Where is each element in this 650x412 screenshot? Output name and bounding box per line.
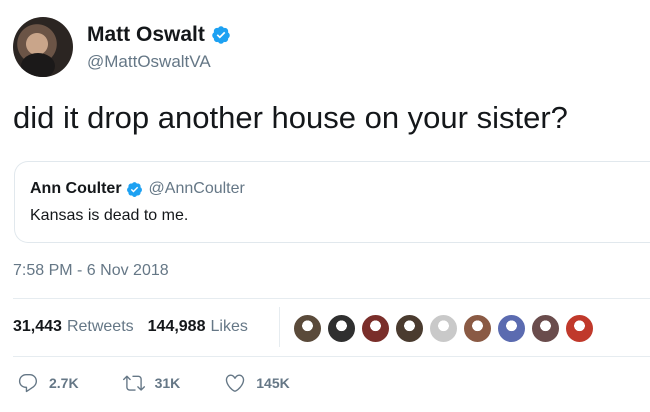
retweet-count: 31K <box>154 375 181 391</box>
reply-icon <box>18 374 38 393</box>
liker-avatars <box>293 314 599 343</box>
author-handle[interactable]: @MattOswaltVA <box>87 51 231 73</box>
tweet-timestamp[interactable]: 7:58 PM - 6 Nov 2018 <box>13 262 169 280</box>
author-display-name[interactable]: Matt Oswalt <box>87 22 205 48</box>
divider <box>13 356 650 357</box>
retweets-stat[interactable]: 31,443 Retweets <box>13 318 134 336</box>
retweet-icon <box>122 375 145 391</box>
liker-avatar[interactable] <box>293 314 322 343</box>
author-avatar[interactable] <box>13 17 73 77</box>
liker-avatar[interactable] <box>361 314 390 343</box>
quoted-handle: @AnnCoulter <box>148 180 245 197</box>
reply-count: 2.7K <box>49 375 79 391</box>
action-bar: 2.7K 31K 145K <box>17 372 334 394</box>
likes-count: 144,988 <box>147 318 206 335</box>
quoted-tweet[interactable]: Ann Coulter @AnnCoulter Kansas is dead t… <box>14 161 650 243</box>
tweet-header: Matt Oswalt @MattOswaltVA <box>13 15 231 79</box>
likes-stat[interactable]: 144,988 Likes <box>148 318 248 336</box>
reply-button[interactable]: 2.7K <box>17 372 79 394</box>
like-button[interactable]: 145K <box>224 372 290 394</box>
quoted-tweet-header: Ann Coulter @AnnCoulter <box>30 180 245 198</box>
quoted-tweet-text: Kansas is dead to me. <box>30 207 189 224</box>
liker-avatar[interactable] <box>531 314 560 343</box>
like-count: 145K <box>256 375 290 391</box>
quoted-display-name: Ann Coulter <box>30 180 122 197</box>
author-name-row: Matt Oswalt <box>87 22 231 48</box>
tweet-text: did it drop another house on your sister… <box>13 100 568 135</box>
author-names: Matt Oswalt @MattOswaltVA <box>87 22 231 73</box>
liker-avatar[interactable] <box>395 314 424 343</box>
stats-separator <box>279 307 280 347</box>
heart-icon <box>226 374 245 392</box>
verified-badge-icon <box>212 25 230 44</box>
retweets-count: 31,443 <box>13 318 62 335</box>
divider <box>13 298 650 299</box>
liker-avatar[interactable] <box>327 314 356 343</box>
liker-avatar[interactable] <box>429 314 458 343</box>
liker-avatar[interactable] <box>497 314 526 343</box>
tweet-stats: 31,443 Retweets 144,988 Likes <box>13 318 248 336</box>
tweet-card: Matt Oswalt @MattOswaltVA did it drop an… <box>0 0 650 412</box>
retweets-label: Retweets <box>66 318 134 335</box>
likes-label: Likes <box>210 318 248 335</box>
verified-badge-icon <box>126 181 142 197</box>
liker-avatar[interactable] <box>565 314 594 343</box>
liker-avatar[interactable] <box>463 314 492 343</box>
retweet-button[interactable]: 31K <box>122 372 181 394</box>
